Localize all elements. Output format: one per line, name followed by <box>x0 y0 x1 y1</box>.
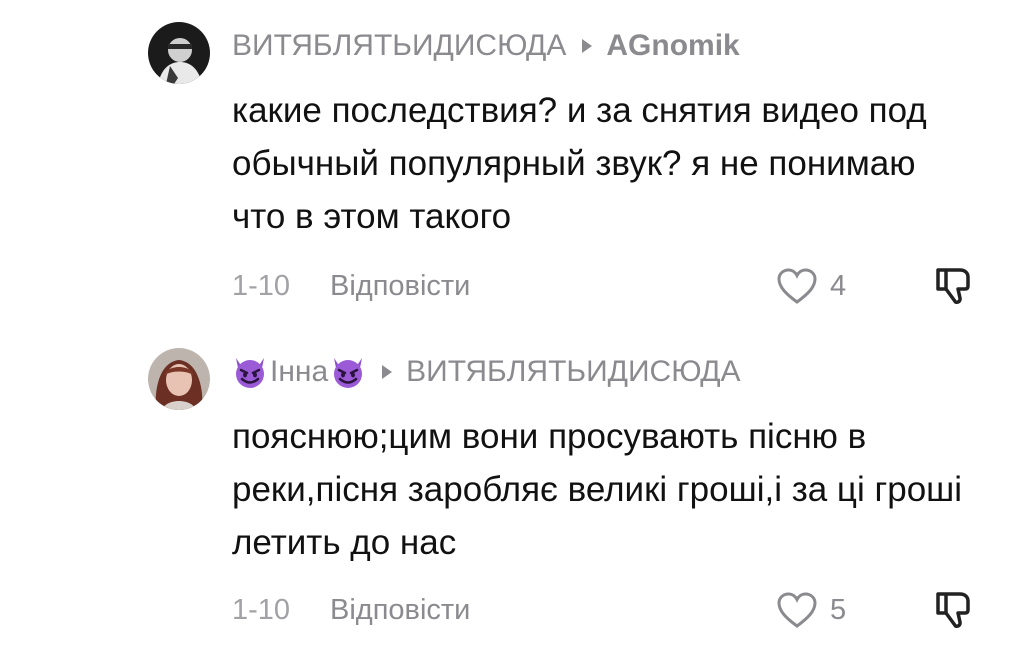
reply-button[interactable]: Відповісти <box>330 270 470 303</box>
reply-to-username[interactable]: ВИТЯБЛЯТЬИДИСЮДА <box>406 355 740 389</box>
comments-page: ВИТЯБЛЯТЬИДИСЮДА AGnomik какие последств… <box>0 0 1024 660</box>
username[interactable]: Інна <box>270 355 328 389</box>
comment-header: ВИТЯБЛЯТЬИДИСЮДА AGnomik <box>232 26 740 66</box>
avatar-image <box>148 22 210 84</box>
comment-footer: 1-10 Відповісти 5 <box>232 590 992 630</box>
reply-button[interactable]: Відповісти <box>330 594 470 627</box>
comment-text: пояснюю;цим вони просувають пісню в реки… <box>232 417 963 562</box>
like-button[interactable]: 4 <box>776 266 846 306</box>
comment-text: какие последствия? и за снятия видео под… <box>232 91 927 236</box>
like-count: 5 <box>830 593 847 626</box>
thumbs-down-icon <box>936 268 970 304</box>
comment-header: Інна ВИТЯБЛЯТЬИДИСЮДА <box>232 352 741 392</box>
reply-arrow-icon <box>582 39 593 53</box>
like-count: 4 <box>830 269 847 302</box>
smiling-devil-emoji <box>334 358 363 388</box>
heart-outline-icon <box>777 268 817 304</box>
comment-footer: 1-10 Відповісти 4 <box>232 266 992 306</box>
thumbs-down-icon <box>936 592 970 628</box>
reply-arrow-icon <box>382 365 393 379</box>
comment-date: 1-10 <box>232 269 291 302</box>
smiling-devil-emoji <box>236 358 264 388</box>
comment-date: 1-10 <box>232 593 291 626</box>
username[interactable]: ВИТЯБЛЯТЬИДИСЮДА <box>232 29 566 63</box>
avatar[interactable] <box>148 22 210 84</box>
like-button[interactable]: 5 <box>776 590 846 630</box>
heart-outline-icon <box>777 592 817 628</box>
avatar[interactable] <box>148 348 210 410</box>
reply-to-username[interactable]: AGnomik <box>606 29 739 63</box>
dislike-button[interactable] <box>932 266 974 306</box>
avatar-image <box>148 348 210 410</box>
dislike-button[interactable] <box>932 590 974 630</box>
